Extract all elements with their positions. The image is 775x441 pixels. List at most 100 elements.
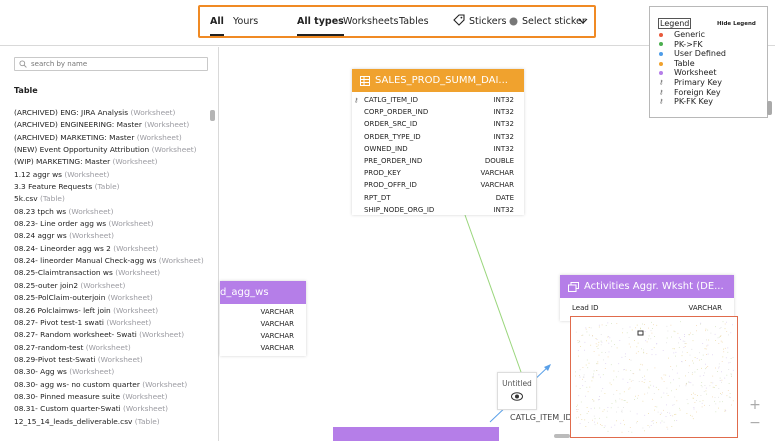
tab-worksheets[interactable]: Worksheets bbox=[343, 16, 398, 28]
tab-all[interactable]: All bbox=[210, 16, 224, 36]
list-item[interactable]: 08.27-random-test (Worksheet) bbox=[14, 342, 210, 354]
minimap[interactable] bbox=[570, 316, 738, 438]
column-name[interactable]: RPT_DT bbox=[364, 194, 391, 202]
sales-table-card[interactable]: SALES_PROD_SUMM_DAI... ⚷ CATLG_ITEM_ID INT… bbox=[352, 69, 524, 215]
horizontal-scrollbar-thumb[interactable] bbox=[554, 434, 570, 438]
partial-worksheet-card-header[interactable] bbox=[333, 427, 499, 441]
column-name[interactable]: ORDER_SRC_ID bbox=[364, 120, 417, 128]
eye-icon[interactable] bbox=[511, 392, 523, 401]
search-icon bbox=[19, 60, 27, 68]
list-item[interactable]: 12_15_14_leads_deliverable.csv (Table) bbox=[14, 416, 210, 428]
pk-fk-edge[interactable] bbox=[464, 214, 522, 373]
untitled-node[interactable]: Untitled bbox=[497, 372, 537, 410]
legend-item-label: Table bbox=[674, 58, 695, 68]
list-item-type: (Worksheet) bbox=[69, 231, 115, 241]
list-item[interactable]: 08.23 tpch ws (Worksheet) bbox=[14, 206, 210, 218]
untitled-label: Untitled bbox=[502, 379, 532, 388]
list-item[interactable]: (ARCHIVED) MARKETING: Master (Worksheet) bbox=[14, 132, 210, 144]
stickers-button[interactable]: Stickers bbox=[469, 16, 506, 28]
list-item-type: (Table) bbox=[39, 194, 65, 204]
search-input[interactable] bbox=[31, 58, 201, 70]
zoom-out-button[interactable]: − bbox=[747, 415, 763, 431]
filter-box: All Yours All types Worksheets Tables St… bbox=[198, 5, 596, 38]
zoom-in-button[interactable]: + bbox=[747, 397, 763, 413]
list-item[interactable]: 08.27- Pivot test-1 swati (Worksheet) bbox=[14, 317, 210, 329]
list-item[interactable]: 08.25-outer join2 (Worksheet) bbox=[14, 280, 210, 292]
agg-worksheet-card[interactable]: d_agg_ws VARCHAR VARCHAR VARCHAR VARCHAR bbox=[220, 281, 306, 356]
column-type: VARCHAR bbox=[480, 181, 514, 190]
tab-all-types[interactable]: All types bbox=[297, 16, 344, 36]
list-item[interactable]: (ARCHIVED) ENGINEERING: Master (Workshee… bbox=[14, 119, 210, 131]
list-item-type: (Worksheet) bbox=[115, 268, 161, 278]
chevron-down-icon[interactable] bbox=[578, 17, 588, 29]
list-item[interactable]: 1.12 aggr ws (Worksheet) bbox=[14, 169, 210, 181]
legend-item-label: Primary Key bbox=[674, 78, 722, 87]
legend-color-dot-icon bbox=[659, 71, 663, 76]
hide-legend-button[interactable]: Hide Legend bbox=[717, 21, 756, 27]
tab-yours[interactable]: Yours bbox=[233, 16, 258, 28]
list-scrollbar[interactable] bbox=[210, 104, 215, 441]
list-item[interactable]: 08.30- Agg ws (Worksheet) bbox=[14, 366, 210, 378]
list-item-name: 08.24- Lineorder agg ws 2 bbox=[14, 243, 111, 253]
legend-item: Table bbox=[659, 59, 695, 69]
scrollbar-thumb[interactable] bbox=[210, 110, 215, 121]
select-sticker-dropdown[interactable]: Select sticker bbox=[522, 16, 586, 28]
column-name[interactable]: PROD_OFFR_ID bbox=[364, 181, 417, 189]
list-item-name: 08.25-PolClaim-outerjoin bbox=[14, 293, 106, 303]
list-item-name: 08.24- lineorder Manual Check-agg ws bbox=[14, 256, 157, 266]
column-name[interactable]: SHIP_NODE_ORG_ID bbox=[364, 206, 434, 214]
agg-card-title: d_agg_ws bbox=[220, 287, 269, 298]
sales-card-header[interactable]: SALES_PROD_SUMM_DAI... bbox=[352, 69, 524, 92]
column-name[interactable]: PRE_ORDER_IND bbox=[364, 157, 422, 165]
list-item-name: 08.30- Pinned measure suite bbox=[14, 391, 121, 401]
legend-item-label: Worksheet bbox=[674, 68, 717, 78]
list-item-type: (Worksheet) bbox=[136, 132, 182, 142]
list-item[interactable]: 08.29-Pivot test-Swati (Worksheet) bbox=[14, 354, 210, 366]
agg-card-header[interactable]: d_agg_ws bbox=[220, 281, 306, 304]
primary-key-icon: ⚷ bbox=[659, 79, 664, 86]
list-item[interactable]: 08.27- Random worksheet- Swati (Workshee… bbox=[14, 329, 210, 341]
column-name[interactable]: OWNED_IND bbox=[364, 145, 408, 153]
list-item[interactable]: 08.25-PolClaim-outerjoin (Worksheet) bbox=[14, 292, 210, 304]
canvas-scrollbar-thumb[interactable] bbox=[767, 101, 772, 115]
activities-card-header[interactable]: Activities Aggr. Wksht (DE... bbox=[560, 275, 734, 298]
legend-item: ⚷ Foreign Key bbox=[659, 88, 721, 98]
list-item[interactable]: 08.30- agg ws- no custom quarter (Worksh… bbox=[14, 379, 210, 391]
column-type: INT32 bbox=[493, 132, 514, 141]
column-name[interactable]: PROD_KEY bbox=[364, 169, 401, 177]
list-item[interactable]: 08.23- Line order agg ws (Worksheet) bbox=[14, 218, 210, 230]
column-name[interactable]: CATLG_ITEM_ID bbox=[364, 96, 418, 104]
list-item[interactable]: 08.24 aggr ws (Worksheet) bbox=[14, 230, 210, 242]
list-item-name: 08.25-outer join2 bbox=[14, 280, 79, 290]
minimap-viewport[interactable] bbox=[637, 330, 644, 336]
list-item[interactable]: 08.25-Claimtransaction ws (Worksheet) bbox=[14, 267, 210, 279]
list-item[interactable]: (ARCHIVED) ENG: JIRA Analysis (Worksheet… bbox=[14, 107, 210, 119]
list-item[interactable]: 08.24- Lineorder agg ws 2 (Worksheet) bbox=[14, 243, 210, 255]
list-item[interactable]: 3.3 Feature Requests (Table) bbox=[14, 181, 210, 193]
legend-item: Generic bbox=[659, 30, 705, 40]
column-name[interactable]: Lead ID bbox=[572, 304, 599, 312]
list-item[interactable]: 08.26 Polclaimws- left join (Worksheet) bbox=[14, 305, 210, 317]
list-item-type: (Worksheet) bbox=[68, 206, 114, 216]
column-type: VARCHAR bbox=[688, 304, 722, 312]
legend-item: ⚷ PK-FK Key bbox=[659, 97, 713, 107]
legend-item-label: PK-FK Key bbox=[674, 97, 714, 107]
list-item-type: (Worksheet) bbox=[107, 293, 153, 303]
list-item[interactable]: (NEW) Event Opportunity Attribution (Wor… bbox=[14, 144, 210, 156]
column-type: INT32 bbox=[493, 205, 514, 214]
list-item[interactable]: 5k.csv (Table) bbox=[14, 193, 210, 205]
tab-tables[interactable]: Tables bbox=[399, 16, 429, 28]
list-item[interactable]: 08.31- Custom quarter-Swati (Worksheet) bbox=[14, 403, 210, 415]
list-item[interactable]: 08.24- lineorder Manual Check-agg ws (Wo… bbox=[14, 255, 210, 267]
list-item[interactable]: 08.30- Pinned measure suite (Worksheet) bbox=[14, 391, 210, 403]
list-item-type: (Worksheet) bbox=[123, 404, 169, 414]
column-name[interactable]: CORP_ORDER_IND bbox=[364, 108, 428, 116]
activities-worksheet-card[interactable]: Activities Aggr. Wksht (DE... Lead ID VAR… bbox=[560, 275, 734, 321]
table-list-heading: Table bbox=[14, 86, 38, 95]
list-item[interactable]: (WIP) MARKETING: Master (Worksheet) bbox=[14, 156, 210, 168]
list-item-type: (Worksheet) bbox=[113, 243, 159, 253]
search-box bbox=[14, 57, 208, 71]
legend-item-label: PK->FK bbox=[674, 39, 703, 49]
column-name[interactable]: ORDER_TYPE_ID bbox=[364, 133, 421, 141]
legend-item: PK->FK bbox=[659, 40, 703, 50]
